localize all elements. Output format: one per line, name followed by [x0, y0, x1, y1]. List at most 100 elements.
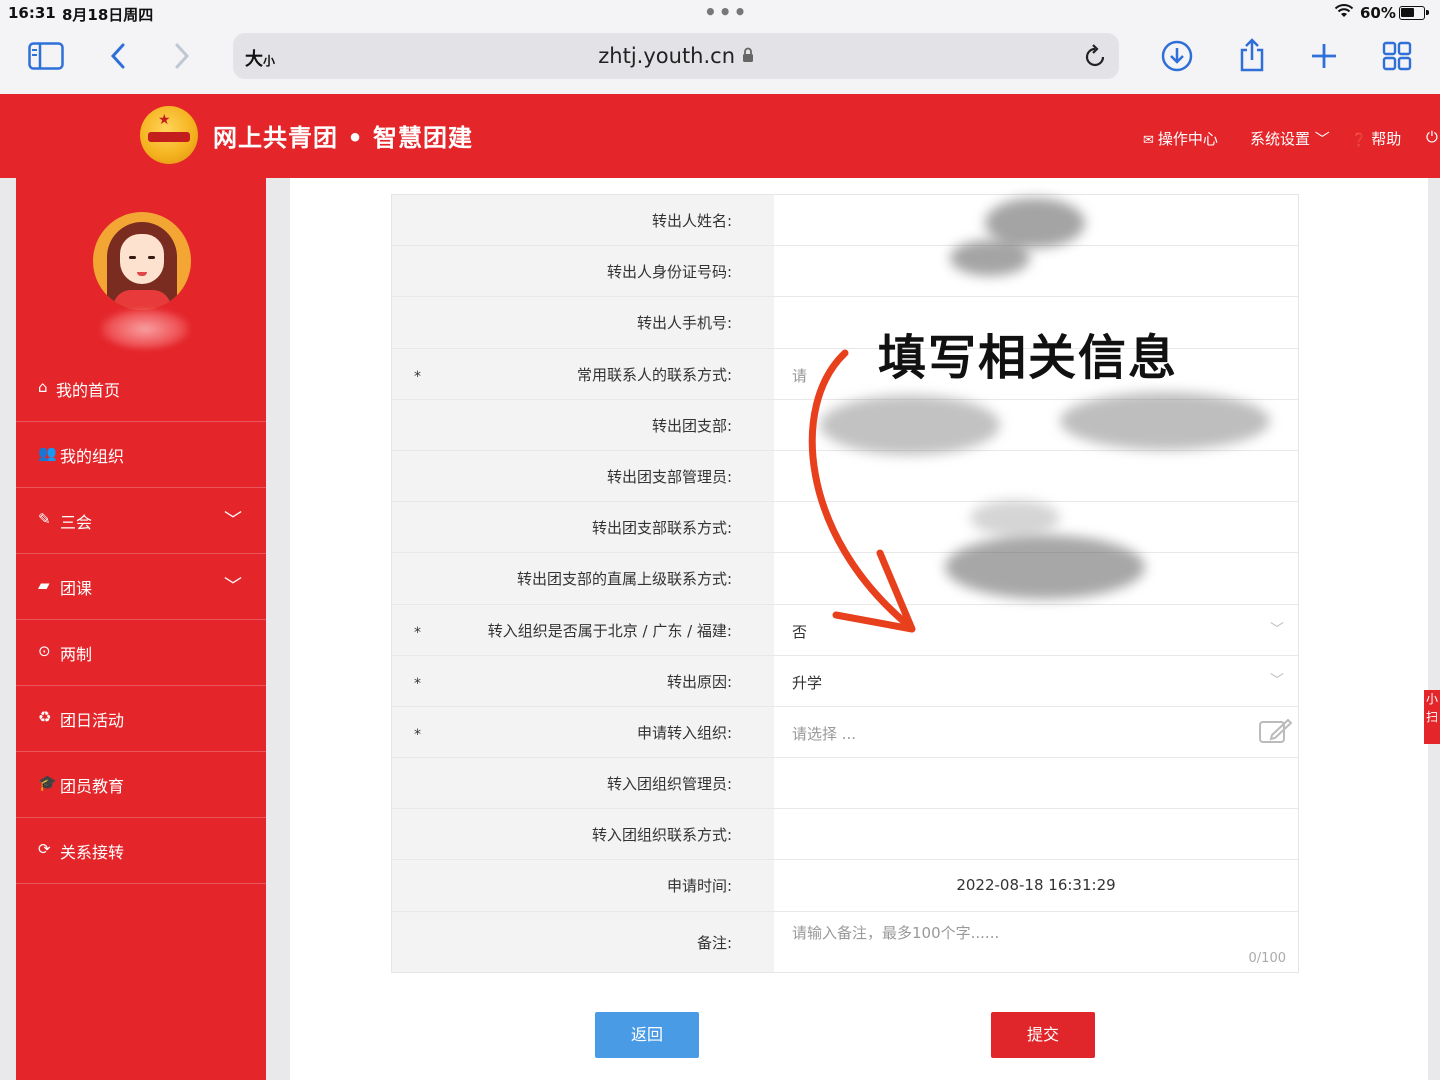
chevron-down-icon: ﹀ — [224, 510, 242, 531]
form-label: 申请时间: — [666, 877, 732, 896]
status-time: 16:31 — [8, 4, 56, 22]
battery-icon — [1399, 6, 1429, 20]
lock-icon — [742, 44, 754, 68]
redaction-blur — [945, 535, 1145, 599]
url-text[interactable]: zhtj.youth.cn — [233, 44, 1119, 68]
sidebar-item-label: 我的首页 — [56, 381, 121, 400]
form-row: 备注: 请输入备注，最多100个字...... 0/100 — [392, 911, 1298, 972]
tabs-grid-icon[interactable] — [1382, 41, 1412, 75]
share-icon[interactable] — [1237, 38, 1267, 76]
form-label-cell: * 转入组织是否属于北京 / 广东 / 福建: — [392, 604, 774, 655]
form-label: 转出团支部: — [651, 416, 732, 435]
envelope-icon: ✉ — [1143, 133, 1154, 148]
form-value-cell[interactable] — [774, 246, 1298, 296]
float-tab-line1: 小 — [1425, 692, 1438, 706]
redaction-blur — [970, 500, 1060, 536]
multitask-dots-icon[interactable]: ••• — [704, 0, 748, 24]
form-label: 转入团组织联系方式: — [591, 826, 732, 845]
submit-button[interactable]: 提交 — [991, 1012, 1095, 1058]
browser-toolbar: 大小 zhtj.youth.cn — [0, 28, 1440, 94]
download-icon[interactable] — [1161, 40, 1193, 76]
form-label: 备注: — [696, 933, 732, 952]
new-tab-plus-icon[interactable] — [1310, 42, 1338, 74]
form-row: * 申请转入组织: 请选择 ... — [392, 706, 1298, 759]
form-value-cell[interactable]: 2022-08-18 16:31:29 — [774, 860, 1298, 910]
sidebar-item-education[interactable]: 🎓 团员教育 — [16, 752, 266, 818]
help-link[interactable]: ❓ 帮助 — [1351, 128, 1401, 149]
form-label: 转出人姓名: — [651, 212, 732, 230]
sidebar-toggle-icon[interactable] — [28, 42, 64, 74]
reload-icon[interactable] — [1083, 43, 1107, 73]
form-label-cell: 申请时间: — [392, 860, 774, 911]
forward-chevron-icon[interactable] — [172, 42, 192, 74]
form-value-cell[interactable] — [774, 758, 1298, 808]
form-value-cell[interactable]: 请输入备注，最多100个字...... 0/100 — [774, 912, 1298, 972]
back-button[interactable]: 返回 — [595, 1012, 699, 1058]
required-mark: * — [414, 368, 421, 385]
chevron-down-icon[interactable]: ﹀ — [1270, 670, 1284, 690]
url-value: zhtj.youth.cn — [598, 44, 736, 68]
app-header: ★ 网上共青团 • 智慧团建 ✉ 操作中心 系统设置 ﹀ ❓ 帮助 ⏻ — [0, 94, 1440, 178]
form-value-cell[interactable]: 升学 ﹀ — [774, 656, 1298, 706]
battery-percent: 60% — [1360, 4, 1396, 22]
users-icon: 👥 — [38, 444, 57, 462]
folder-icon: ▰ — [38, 576, 50, 594]
form-row: 转入团组织联系方式: — [392, 809, 1298, 861]
edit-icon[interactable] — [1258, 717, 1293, 749]
home-icon: ⌂ — [38, 378, 48, 396]
address-bar[interactable]: 大小 zhtj.youth.cn — [233, 33, 1119, 79]
float-side-tab[interactable]: 小扫 — [1424, 690, 1440, 744]
operation-center-link[interactable]: ✉ 操作中心 — [1143, 128, 1218, 149]
form-label-cell: 转出团支部管理员: — [392, 450, 774, 502]
required-mark: * — [414, 675, 421, 692]
wifi-icon — [1334, 3, 1354, 23]
annotation-arrow — [808, 349, 916, 633]
form-value-cell[interactable]: 请选择 ... — [774, 707, 1298, 757]
chevron-down-icon[interactable]: ﹀ — [1270, 619, 1284, 639]
sidebar-item-tuanri[interactable]: ♻ 团日活动 — [16, 686, 266, 752]
sidebar-item-label: 三会 — [60, 513, 93, 532]
form-value-cell[interactable] — [774, 809, 1298, 859]
system-settings-menu[interactable]: 系统设置 ﹀ — [1250, 128, 1330, 149]
back-chevron-icon[interactable] — [108, 42, 128, 74]
form-label: 申请转入组织: — [636, 723, 732, 742]
form-label-cell: 转出人身份证号码: — [392, 246, 774, 297]
form-label-cell: * 转出原因: — [392, 655, 774, 706]
form-label: 转出团支部管理员: — [606, 467, 732, 486]
form-label: 转出团支部的直属上级联系方式: — [516, 570, 732, 589]
power-icon[interactable]: ⏻ — [1426, 128, 1438, 146]
redaction-blur — [1060, 392, 1270, 450]
annotation-text: 填写相关信息 — [878, 330, 1179, 386]
sidebar-item-transfer[interactable]: ⟳ 关系接转 — [16, 818, 266, 884]
form-label-cell: 转出团支部: — [392, 399, 774, 450]
avatar[interactable] — [93, 212, 191, 310]
sidebar-item-sanhui[interactable]: ✎ 三会 ﹀ — [16, 488, 266, 554]
form-row: 申请时间: 2022-08-18 16:31:29 — [392, 860, 1298, 912]
sidebar-item-label: 关系接转 — [60, 843, 125, 862]
sidebar-item-home[interactable]: ⌂ 我的首页 — [16, 356, 266, 422]
sidebar-item-liangzhi[interactable]: ⊙ 两制 — [16, 620, 266, 686]
refresh-icon: ⟳ — [38, 840, 51, 858]
form-label-cell: 转出人手机号: — [392, 297, 774, 348]
sidebar-item-label: 两制 — [60, 645, 93, 664]
site-title: 网上共青团 • 智慧团建 — [213, 124, 474, 152]
sidebar-item-label: 我的组织 — [60, 447, 125, 466]
help-label: 帮助 — [1371, 130, 1402, 148]
form-label-cell: 转入团组织管理员: — [392, 758, 774, 809]
right-gutter — [1428, 178, 1440, 1080]
form-label: 转入团组织管理员: — [606, 775, 732, 794]
form-placeholder: 请输入备注，最多100个字...... — [792, 923, 1000, 942]
form-row: 转入团组织管理员: — [392, 758, 1298, 810]
chevron-down-icon: ﹀ — [1314, 130, 1330, 148]
form-row: 转出人姓名: — [392, 195, 1298, 247]
sidebar-item-my-org[interactable]: 👥 我的组织 — [16, 422, 266, 488]
form-label: 转出人身份证号码: — [606, 263, 732, 282]
float-tab-line2: 扫 — [1425, 710, 1438, 724]
sidebar-item-tuanke[interactable]: ▰ 团课 ﹀ — [16, 554, 266, 620]
sidebar-item-label: 团日活动 — [60, 711, 125, 730]
operation-center-label: 操作中心 — [1157, 130, 1218, 148]
youth-league-logo: ★ — [140, 106, 198, 164]
required-mark: * — [414, 624, 421, 641]
form-label-cell: 转出人姓名: — [392, 195, 774, 246]
sidebar-item-label: 团员教育 — [60, 777, 125, 796]
